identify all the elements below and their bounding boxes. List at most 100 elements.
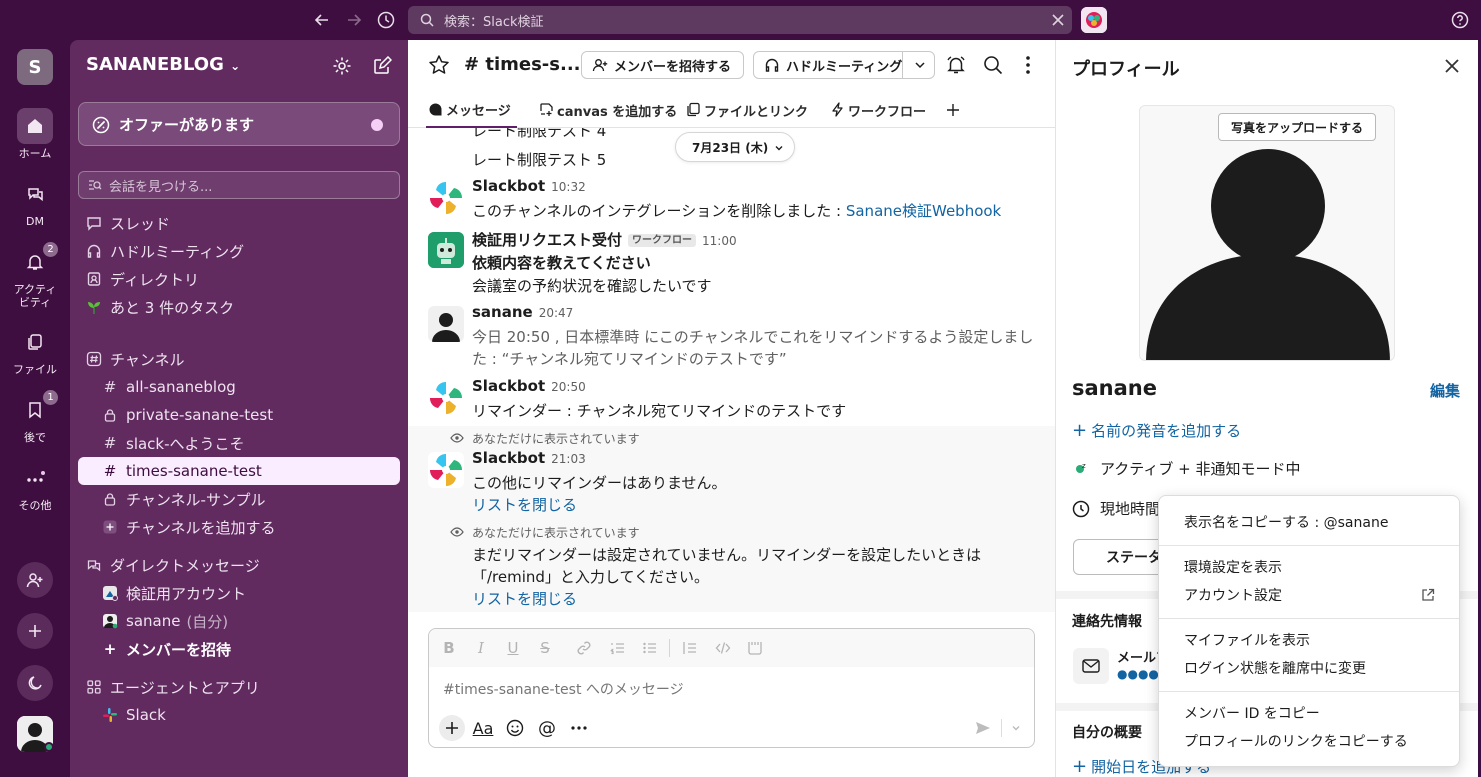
sidebar-item-huddles[interactable]: ハドルミーティング [78,237,400,265]
code-icon[interactable] [714,639,732,657]
mention-icon[interactable]: @ [536,717,558,739]
sidebar-item-private-sanane-test[interactable]: private-sanane-test [78,401,400,429]
message-time[interactable]: 11:00 [702,234,737,248]
message-author[interactable]: Slackbot [472,449,545,467]
add-tab-plus-icon[interactable] [945,102,961,118]
message-slackbot-2[interactable]: Slackbot 20:50 リマインダー : チャンネル宛てリマインドのテストで… [408,377,1055,424]
sidebar-item-times-sanane-test[interactable]: # times-sanane-test [78,457,400,485]
menu-copy-display-name[interactable]: 表示名をコピーする : @sanane [1159,508,1459,536]
more-actions-icon[interactable] [568,717,590,739]
blockquote-icon[interactable] [681,639,699,657]
code-block-icon[interactable] [746,639,764,657]
menu-view-my-files[interactable]: マイファイルを表示 [1159,626,1459,654]
italic-icon[interactable]: I [472,639,490,657]
sidebar-item-tasks[interactable]: あと 3 件のタスク [78,293,400,321]
upload-photo-button[interactable]: 写真をアップロードする [1218,113,1377,141]
strikethrough-icon[interactable]: S [536,639,554,657]
sidebar-item-channel-sample[interactable]: チャンネル-サンプル [78,485,400,513]
invite-members-header-button[interactable]: メンバーを招待する [581,51,744,79]
rail-files[interactable]: ファイル [0,324,70,376]
kebab-menu-icon[interactable] [1019,54,1037,76]
menu-copy-member-id[interactable]: メンバー ID をコピー [1159,699,1459,727]
app-avatar-icon[interactable] [1081,7,1107,33]
add-channel-button[interactable]: チャンネルを追加する [78,513,400,541]
chevron-down-icon[interactable] [912,57,928,73]
email-value[interactable]: ●●●● [1117,667,1159,681]
send-icon[interactable] [972,717,994,739]
message-time[interactable]: 21:03 [551,452,586,466]
back-arrow-icon[interactable] [311,9,333,31]
offer-banner[interactable]: オファーがあります [78,102,400,146]
tab-files-links[interactable]: ファイルとリンク [684,92,808,128]
forward-arrow-icon[interactable] [343,9,365,31]
message-author[interactable]: Slackbot [472,177,545,195]
channel-search-icon[interactable] [982,54,1004,76]
help-icon[interactable] [1449,9,1471,31]
gear-icon[interactable] [332,56,352,76]
attach-plus-icon[interactable] [439,715,465,741]
rail-home[interactable]: ホーム [0,108,70,160]
close-list-link[interactable]: リストを閉じる [472,588,577,609]
menu-copy-profile-link[interactable]: プロフィールのリンクをコピーする [1159,727,1459,755]
invite-members-button[interactable]: + メンバーを招待 [78,635,400,663]
message-slackbot-3[interactable]: Slackbot 21:03 この他にリマインダーはありません。 リストを閉じる [408,449,1055,515]
huddle-button[interactable]: ハドルミーティング [753,51,935,79]
link-icon[interactable] [575,639,593,657]
clear-search-icon[interactable] [1050,12,1066,28]
composer-placeholder[interactable]: #times-sanane-test へのメッセージ [443,679,684,699]
message-author[interactable]: sanane [472,303,533,321]
edit-profile-link[interactable]: 編集 [1430,380,1460,401]
date-divider-pill[interactable]: 7月23日 (木) [675,132,796,162]
message-slackbot-1[interactable]: Slackbot 10:32 このチャンネルのインテグレーションを削除しました :… [408,177,1055,224]
workspace-switcher[interactable]: S [0,49,70,85]
sidebar-item-slack-welcome[interactable]: # slack-へようこそ [78,429,400,457]
message-workflow[interactable]: 検証用リクエスト受付 ワークフロー 11:00 依頼内容を教えてください 会議室の予… [408,231,1055,298]
close-icon[interactable] [1442,56,1462,76]
agents-section-header[interactable]: エージェントとアプリ [78,673,400,701]
tab-messages[interactable]: メッセージ [426,92,517,128]
sidebar-item-all-sananeblog[interactable]: # all-sananeblog [78,373,400,401]
ordered-list-icon[interactable] [609,639,627,657]
menu-set-away[interactable]: ログイン状態を離席中に変更 [1159,654,1459,682]
search-bar[interactable]: 検索：Slack検証 [408,6,1072,34]
rail-activity[interactable]: 2 アクティ ビティ [0,242,70,309]
webhook-link[interactable]: Sanane検証Webhook [846,202,1001,220]
message-author[interactable]: Slackbot [472,377,545,395]
message-sanane[interactable]: sanane 20:47 今日 20:50 , 日本標準時 にこのチャンネルでこれ… [408,303,1055,372]
add-pronunciation-link[interactable]: + 名前の発音を追加する [1072,420,1241,441]
channel-name[interactable]: # times-s... [464,54,581,75]
rail-theme-toggle[interactable] [0,665,70,701]
bold-icon[interactable]: B [440,639,458,657]
dm-section-header[interactable]: ダイレクトメッセージ [78,551,400,579]
compose-icon[interactable] [372,56,392,76]
sidebar-dm-test-account[interactable]: 検証用アカウント [78,579,400,607]
star-icon[interactable] [428,54,450,76]
sidebar-item-directory[interactable]: ディレクトリ [78,265,400,293]
bullet-list-icon[interactable] [641,639,659,657]
message-time[interactable]: 20:47 [539,306,574,320]
message-time[interactable]: 20:50 [551,380,586,394]
emoji-icon[interactable] [504,717,526,739]
text-format-toggle[interactable]: Aa [472,717,494,739]
sidebar-item-threads[interactable]: スレッド [78,209,400,237]
message-composer[interactable]: B I U S #times-sanane-test へのメッセージ Aa @ [428,628,1035,748]
sidebar-app-slack[interactable]: Slack [78,701,400,729]
menu-account-settings[interactable]: アカウント設定 [1159,581,1459,609]
rail-dm[interactable]: DM [0,176,70,228]
menu-view-preferences[interactable]: 環境設定を表示 [1159,553,1459,581]
rail-more[interactable]: その他 [0,460,70,512]
tab-add-canvas[interactable]: canvas を追加する [537,92,677,128]
message-author[interactable]: 検証用リクエスト受付 [472,231,622,249]
rail-add-workspace[interactable] [0,613,70,649]
message-time[interactable]: 10:32 [551,180,586,194]
workspace-name-button[interactable]: SANANEBLOG ⌄ [86,54,240,75]
notification-bell-icon[interactable] [945,54,967,76]
send-options-chevron-icon[interactable] [1005,717,1027,739]
rail-add-people[interactable] [0,562,70,598]
sidebar-dm-self[interactable]: sanane (自分) [78,607,400,635]
tab-workflows[interactable]: ワークフロー [828,92,926,128]
history-clock-icon[interactable] [375,9,397,31]
underline-icon[interactable]: U [504,639,522,657]
rail-user-avatar[interactable] [0,716,70,752]
close-list-link[interactable]: リストを閉じる [472,494,577,515]
